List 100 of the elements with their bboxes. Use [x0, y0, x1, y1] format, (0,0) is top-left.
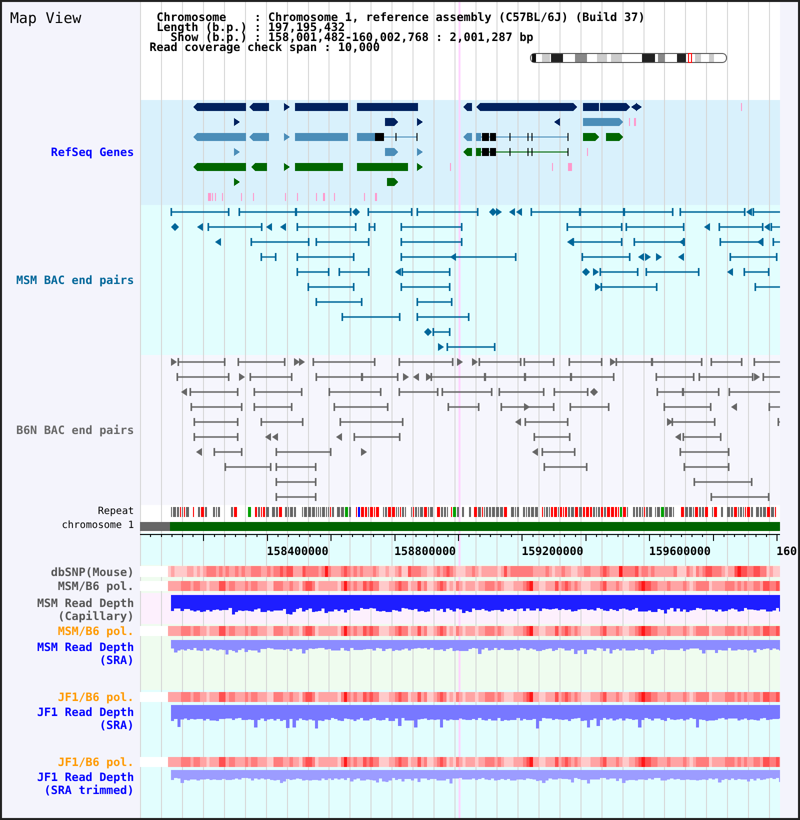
bac-end-pair — [534, 433, 570, 441]
gene-feature — [234, 178, 240, 186]
track-label: RefSeq Genes — [50, 146, 134, 159]
bac-end-pair — [568, 358, 602, 366]
gene-mark — [568, 163, 572, 171]
bac-end-pair — [698, 373, 754, 381]
gene-feature — [251, 163, 267, 171]
bac-end-pair — [342, 313, 400, 321]
bac-end-pair — [176, 373, 230, 381]
gene-mark — [450, 163, 451, 171]
bac-end-pair — [340, 418, 404, 426]
bac-end-marker — [656, 253, 662, 261]
bac-end-pair — [334, 403, 388, 411]
gene-feature — [284, 133, 290, 141]
bac-end-marker — [582, 268, 590, 276]
bac-end-pair — [754, 283, 780, 291]
gene-feature — [295, 163, 343, 171]
bac-end-pair — [254, 388, 302, 396]
bac-end-pair — [448, 403, 480, 411]
bac-end-marker — [593, 268, 599, 276]
gene-feature — [284, 163, 290, 171]
bac-end-marker — [679, 238, 685, 246]
bac-end-marker — [424, 328, 432, 336]
bac-end-pair — [524, 358, 554, 366]
gene-mark — [285, 193, 286, 201]
bac-end-pair — [400, 223, 462, 231]
bac-end-marker — [352, 208, 360, 216]
gene-feature — [193, 133, 246, 141]
bac-end-marker — [472, 358, 478, 366]
gene-mark — [364, 193, 365, 201]
axis-tick-label: 158800000 — [394, 544, 456, 558]
bac-end-marker — [678, 253, 684, 261]
bac-end-marker — [731, 403, 737, 411]
bac-end-pair — [214, 448, 242, 456]
bac-end-pair — [368, 208, 412, 216]
gene-feature — [249, 133, 269, 141]
gene-feature — [357, 163, 408, 171]
track-label: dbSNP(Mouse) — [50, 566, 134, 578]
bac-end-pair — [416, 313, 470, 321]
bac-end-pair — [646, 268, 700, 276]
gene-feature — [249, 103, 269, 111]
header-info-text: Read coverage check span : 10,000 — [150, 42, 380, 52]
bac-end-marker — [667, 418, 673, 426]
bac-end-pair — [672, 418, 716, 426]
bac-end-pair — [684, 463, 730, 471]
track-label: MSM BAC end pairs — [16, 274, 134, 286]
bac-end-marker — [450, 253, 456, 261]
bac-end-pair — [626, 223, 684, 231]
gene-mark — [334, 193, 335, 201]
bac-end-marker — [239, 373, 245, 381]
axis-tick-label: 159600000 — [648, 544, 711, 558]
bac-end-marker — [515, 418, 521, 426]
bac-end-pair — [170, 208, 230, 216]
bac-end-pair — [778, 418, 780, 426]
bac-end-pair — [762, 373, 780, 381]
gene-feature — [385, 118, 398, 126]
gene-mark — [741, 103, 742, 111]
track-label: MSM/B6 pol. — [58, 580, 134, 592]
track-label: chromosome 1 — [62, 520, 134, 532]
bac-end-pair — [772, 238, 780, 246]
bac-end-pair — [566, 223, 622, 231]
bac-end-pair — [446, 343, 496, 351]
gene-feature — [284, 103, 290, 111]
bac-end-pair — [728, 388, 780, 396]
bac-end-pair — [664, 403, 712, 411]
bac-end-marker — [524, 403, 530, 411]
bac-end-pair — [542, 448, 576, 456]
bac-end-pair — [730, 253, 778, 261]
bac-end-pair — [572, 238, 622, 246]
bac-end-pair — [524, 418, 568, 426]
bac-end-pair — [416, 208, 478, 216]
bac-end-marker — [413, 373, 419, 381]
bac-end-pair — [328, 388, 382, 396]
gene-feature — [463, 103, 472, 111]
bac-end-pair — [498, 388, 544, 396]
axis-tick-label: 159200000 — [522, 544, 584, 558]
gene-feature — [417, 118, 423, 126]
bac-end-pair — [354, 433, 400, 441]
bac-end-pair — [276, 463, 316, 471]
bac-end-pair — [250, 238, 310, 246]
bac-end-pair — [260, 418, 304, 426]
gene-feature — [357, 133, 418, 141]
gene-feature — [295, 133, 348, 141]
bac-end-pair — [190, 388, 238, 396]
bac-end-pair — [694, 478, 752, 486]
bac-end-marker — [595, 283, 601, 291]
bac-end-pair — [296, 253, 354, 261]
bac-end-pair — [338, 268, 370, 276]
bac-end-marker — [746, 208, 752, 216]
bac-end-pair — [744, 268, 770, 276]
bac-end-pair — [582, 253, 630, 261]
bac-end-marker — [361, 448, 367, 456]
gene-feature — [583, 118, 623, 126]
gene-feature — [583, 133, 599, 141]
bac-end-marker — [754, 373, 760, 381]
bac-end-pair — [276, 478, 316, 486]
bac-end-pair — [178, 358, 226, 366]
gene-mark — [375, 193, 377, 201]
bac-end-pair — [402, 268, 450, 276]
gene-feature — [193, 103, 246, 111]
